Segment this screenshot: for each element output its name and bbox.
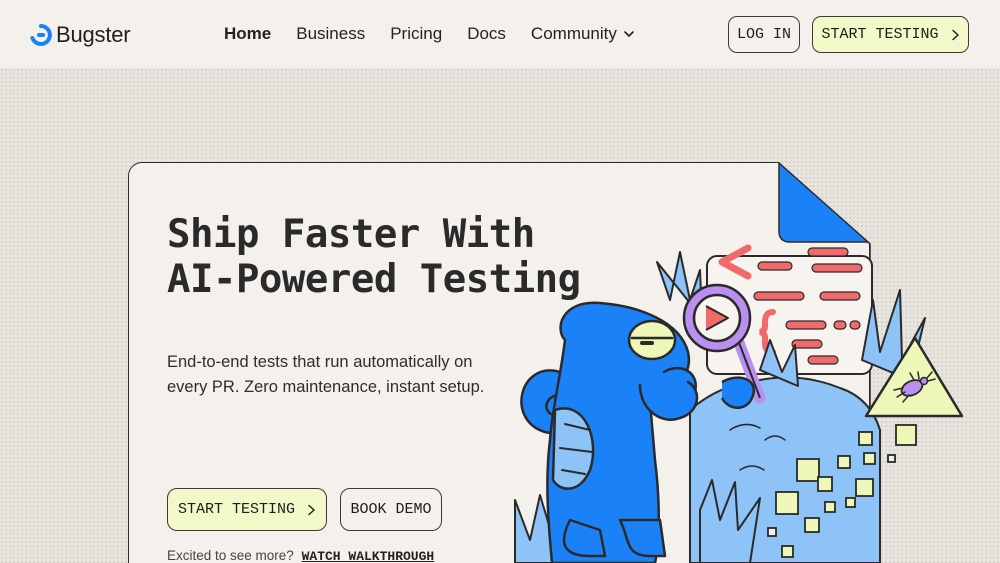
chameleon-icon: [520, 301, 699, 563]
nav-pricing[interactable]: Pricing: [390, 24, 442, 44]
login-button[interactable]: LOG IN: [728, 16, 800, 53]
main-navigation: Home Business Pricing Docs Community: [224, 24, 635, 44]
start-testing-button[interactable]: START TESTING: [167, 488, 327, 531]
book-demo-button-label: BOOK DEMO: [350, 501, 432, 518]
teaser-text: Excited to see more?: [167, 548, 294, 563]
chevron-right-icon: [951, 29, 959, 40]
chevron-right-icon: [308, 504, 315, 515]
watch-walkthrough-link[interactable]: WATCH WALKTHROUGH: [302, 549, 435, 563]
start-testing-nav-label: START TESTING: [821, 26, 939, 43]
brand-logo[interactable]: Bugster: [30, 22, 131, 48]
hero-subtitle: End-to-end tests that run automatically …: [167, 353, 485, 396]
hero-illustration: [514, 244, 964, 563]
start-testing-nav-button[interactable]: START TESTING: [812, 16, 969, 53]
login-button-label: LOG IN: [736, 26, 791, 43]
nav-community[interactable]: Community: [531, 24, 635, 44]
nav-docs[interactable]: Docs: [467, 24, 506, 44]
top-navbar: Bugster Home Business Pricing Docs Commu…: [0, 0, 1000, 68]
nav-community-label: Community: [530, 24, 617, 43]
nav-business[interactable]: Business: [296, 24, 365, 44]
book-demo-button[interactable]: BOOK DEMO: [340, 488, 442, 531]
brand-name: Bugster: [56, 22, 131, 47]
bugster-logo-icon: [30, 24, 52, 46]
nav-home[interactable]: Home: [224, 24, 271, 44]
start-testing-button-label: START TESTING: [177, 501, 296, 518]
walkthrough-teaser: Excited to see more? WATCH WALKTHROUGH: [167, 548, 434, 563]
chevron-down-icon: [624, 31, 634, 37]
